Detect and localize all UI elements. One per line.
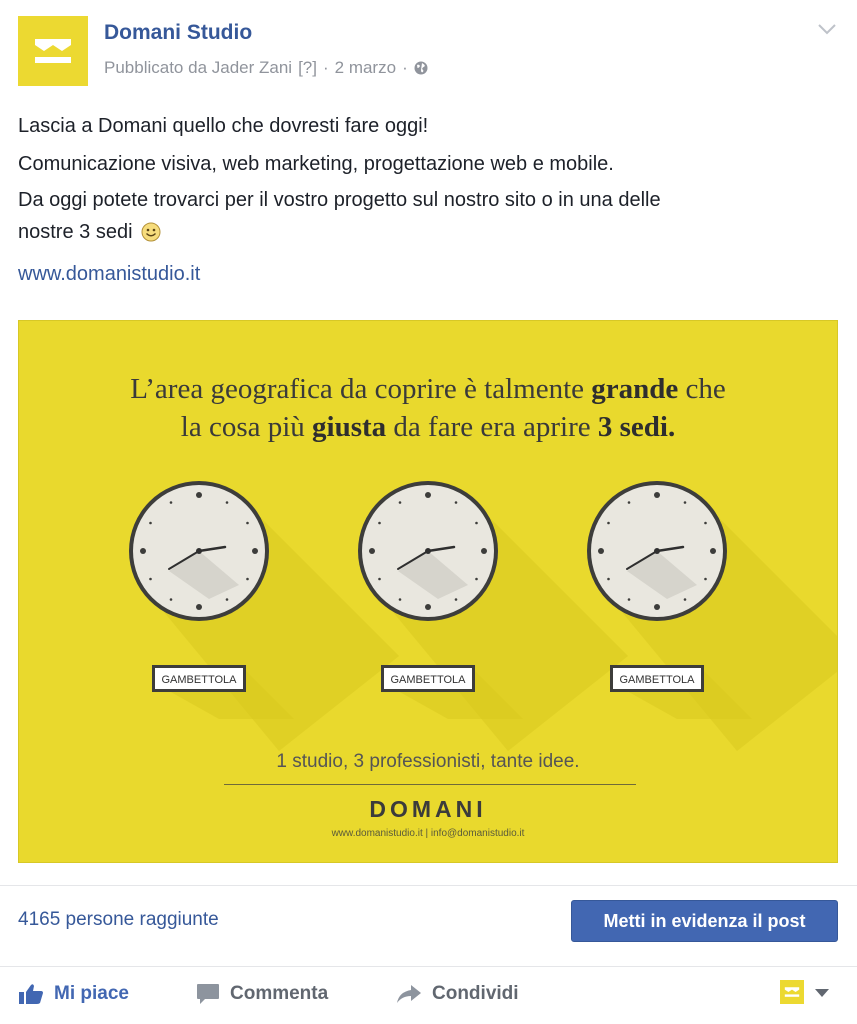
clock-tick: [710, 548, 716, 554]
post-image[interactable]: L’area geografica da coprire è talmente …: [18, 320, 838, 863]
globe-icon[interactable]: [414, 61, 428, 75]
clock-tick: [454, 501, 458, 504]
page-name[interactable]: Domani Studio: [104, 21, 252, 45]
clock-tick: [196, 604, 202, 610]
image-contact: www.domanistudio.it | info@domanistudio.…: [331, 828, 525, 839]
comment-label: Commenta: [230, 983, 329, 1004]
clock-tick: [169, 501, 173, 504]
clock-label: GAMBETTOLA: [620, 674, 696, 686]
clock-tick: [169, 598, 173, 601]
chevron-down-icon[interactable]: [817, 22, 837, 36]
post-text-line: Da oggi potete trovarci per il vostro pr…: [18, 189, 661, 211]
thumbs-up-icon: [19, 984, 43, 1004]
meta-separator: ·: [322, 58, 329, 77]
clock-tick: [398, 501, 402, 504]
clock-tick: [704, 577, 707, 581]
clock-tick: [246, 577, 249, 581]
clock-center: [196, 548, 202, 554]
clock-tick: [475, 521, 478, 525]
post-as-avatar[interactable]: [780, 980, 804, 1004]
clock-tick: [683, 598, 687, 601]
caret-down-icon[interactable]: [815, 989, 829, 997]
clock-tick: [398, 598, 402, 601]
image-divider: [224, 784, 636, 785]
clock-center: [654, 548, 660, 554]
clocks-illustration: GAMBETTOLA GAMBETTOLA GAMBETTOLA: [129, 481, 837, 751]
share-label: Condividi: [432, 983, 519, 1004]
page-avatar[interactable]: [18, 16, 88, 86]
share-button[interactable]: Condividi: [396, 983, 519, 1005]
help-marker[interactable]: [?]: [298, 58, 317, 78]
clock-tick: [225, 598, 229, 601]
like-label: Mi piace: [54, 983, 129, 1004]
like-button[interactable]: Mi piace: [18, 983, 129, 1005]
boost-post-button[interactable]: Metti in evidenza il post: [571, 900, 838, 942]
website-link[interactable]: www.domanistudio.it: [18, 263, 200, 286]
clock-tick: [225, 501, 229, 504]
clock-label: GAMBETTOLA: [391, 674, 467, 686]
share-arrow-icon: [397, 985, 421, 1003]
post-text-line: nostre 3 sedi: [18, 219, 161, 245]
domani-logo-icon: [784, 987, 800, 997]
clock-tick: [246, 521, 249, 525]
clock-tick: [378, 577, 381, 581]
clock-tick: [425, 604, 431, 610]
image-tagline: 1 studio, 3 professionisti, tante idee.: [276, 751, 580, 772]
meta-separator: ·: [402, 58, 408, 77]
image-brand: DOMANI: [369, 796, 487, 822]
clock-center: [425, 548, 431, 554]
clock-tick: [607, 521, 610, 525]
post-text-fragment: nostre 3 sedi: [18, 221, 133, 243]
clock-tick: [196, 492, 202, 498]
clock-tick: [475, 577, 478, 581]
clock-tick: [683, 501, 687, 504]
clock-tick: [654, 604, 660, 610]
clock-tick: [627, 598, 631, 601]
facebook-post: Domani Studio Pubblicato da Jader Zani […: [0, 0, 857, 1024]
clock-tick: [481, 548, 487, 554]
clock-tick: [704, 521, 707, 525]
clock-tick: [607, 577, 610, 581]
clock-tick: [149, 521, 152, 525]
reach-count[interactable]: 4165 persone raggiunte: [18, 909, 219, 931]
clock-tick: [598, 548, 604, 554]
clock-tick: [378, 521, 381, 525]
divider: [0, 885, 857, 886]
domani-logo-icon: [35, 39, 71, 63]
clock-tick: [627, 501, 631, 504]
clock-tick: [252, 548, 258, 554]
published-by[interactable]: Pubblicato da Jader Zani: [104, 58, 292, 78]
clock-tick: [654, 492, 660, 498]
post-meta: Pubblicato da Jader Zani [?] · 2 marzo ·: [104, 58, 428, 78]
post-text-line: Lascia a Domani quello che dovresti fare…: [18, 115, 429, 137]
clock-tick: [369, 548, 375, 554]
clock-label: GAMBETTOLA: [162, 674, 238, 686]
clock-tick: [149, 577, 152, 581]
clock-tick: [425, 492, 431, 498]
post-date[interactable]: 2 marzo: [335, 58, 396, 78]
smiley-emoji-icon: [141, 222, 161, 242]
clock-tick: [140, 548, 146, 554]
comment-icon: [197, 984, 219, 1004]
comment-button[interactable]: Commenta: [196, 983, 328, 1005]
post-text-line: Comunicazione visiva, web marketing, pro…: [18, 153, 614, 175]
clock-tick: [454, 598, 458, 601]
divider: [0, 966, 857, 967]
